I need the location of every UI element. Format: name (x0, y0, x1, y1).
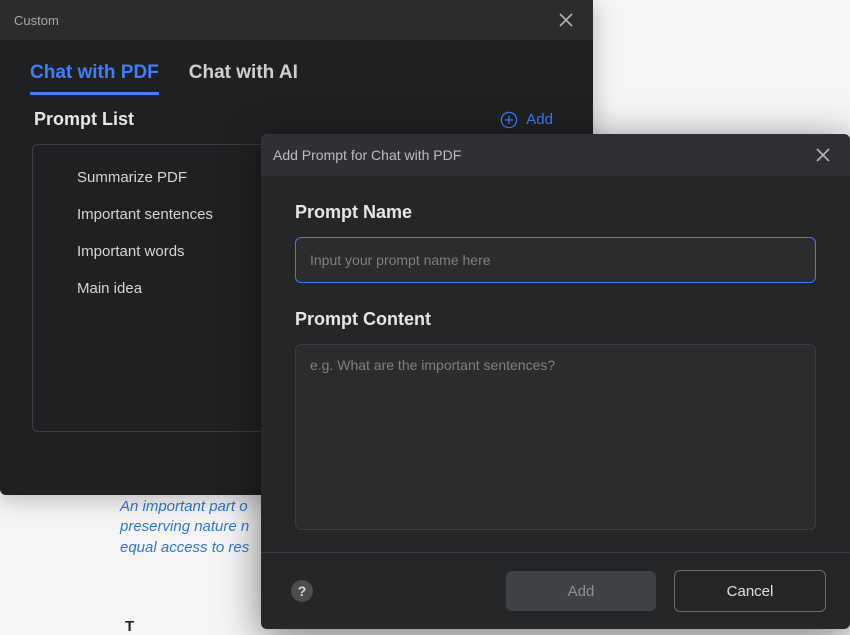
add-prompt-dialog: Add Prompt for Chat with PDF Prompt Name… (261, 134, 850, 629)
prompt-name-label: Prompt Name (295, 202, 816, 223)
bg-line: An important part o (120, 498, 248, 515)
background-heading-fragment: T (125, 618, 134, 635)
tab-chat-with-pdf[interactable]: Chat with PDF (30, 62, 159, 95)
prompt-list-title: Prompt List (34, 109, 134, 130)
close-icon (816, 148, 830, 162)
bg-line: equal access to res (120, 539, 249, 556)
plus-circle-icon (500, 111, 518, 129)
add-prompt-button[interactable]: Add (500, 111, 553, 129)
prompt-content-label: Prompt Content (295, 309, 816, 330)
panel-header: Custom (0, 0, 593, 40)
background-italic-text: An important part o preserving nature n … (120, 497, 249, 558)
close-panel-button[interactable] (557, 11, 575, 29)
close-dialog-button[interactable] (814, 146, 832, 164)
add-button[interactable]: Add (506, 571, 656, 611)
bg-line: preserving nature n (120, 518, 249, 535)
dialog-title: Add Prompt for Chat with PDF (273, 147, 461, 163)
prompt-name-input[interactable] (295, 237, 816, 283)
dialog-body: Prompt Name Prompt Content (261, 176, 850, 552)
cancel-button[interactable]: Cancel (674, 570, 826, 612)
dialog-header: Add Prompt for Chat with PDF (261, 134, 850, 176)
dialog-footer: ? Add Cancel (261, 552, 850, 629)
tab-chat-with-ai[interactable]: Chat with AI (189, 62, 298, 95)
panel-title: Custom (14, 13, 59, 28)
help-button[interactable]: ? (291, 580, 313, 602)
question-mark-icon: ? (298, 583, 307, 599)
close-icon (559, 13, 573, 27)
prompt-list-header: Prompt List Add (0, 95, 593, 138)
prompt-content-textarea[interactable] (295, 344, 816, 530)
add-prompt-label: Add (526, 111, 553, 128)
tab-bar: Chat with PDF Chat with AI (0, 40, 593, 95)
